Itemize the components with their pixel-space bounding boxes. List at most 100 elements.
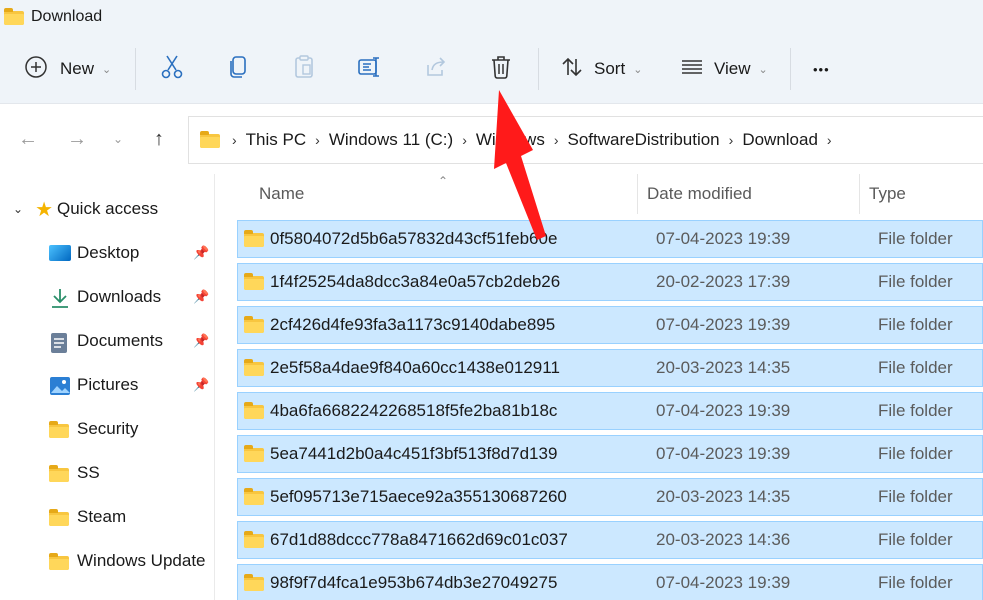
download-arrow-icon: [49, 288, 71, 308]
table-row[interactable]: 98f9f7d4fca1e953b674db3e27049275 07-04-2…: [237, 564, 983, 600]
delete-button[interactable]: [489, 34, 513, 104]
folder-icon: [49, 508, 71, 526]
sidebar-item-ss[interactable]: SS: [0, 453, 215, 493]
chevron-down-icon: ⌄: [112, 132, 124, 146]
file-date: 07-04-2023 19:39: [656, 444, 791, 463]
pin-icon: 📌: [193, 245, 210, 260]
folder-icon: [244, 445, 264, 462]
rename-button[interactable]: [357, 34, 383, 104]
folder-icon: [244, 273, 264, 290]
file-name: 5ea7441d2b0a4c451f3bf513f8d7d139: [270, 444, 558, 463]
sort-arrows-icon: [560, 55, 584, 84]
file-type: File folder: [878, 358, 953, 377]
breadcrumb-softwaredistribution[interactable]: SoftwareDistribution: [568, 130, 720, 150]
window-title: Download: [31, 8, 103, 25]
file-type: File folder: [878, 530, 953, 549]
folder-icon: [244, 488, 264, 505]
sidebar-item-label: Pictures: [77, 375, 139, 394]
new-button[interactable]: New ⌄: [24, 34, 111, 104]
chevron-down-icon: ⌄: [758, 63, 768, 76]
share-icon: [424, 55, 448, 84]
column-header-type[interactable]: Type: [869, 174, 906, 214]
breadcrumb-windows[interactable]: Windows: [476, 130, 545, 150]
breadcrumb-download[interactable]: Download: [742, 130, 818, 150]
file-list: ⌃ Name Date modified Type 0f5804072d5b6a…: [216, 174, 983, 600]
chevron-down-icon: ⌄: [13, 202, 24, 216]
address-bar[interactable]: › This PC › Windows 11 (C:) › Windows › …: [188, 116, 983, 164]
column-divider: [859, 174, 860, 214]
pin-icon: 📌: [193, 333, 210, 348]
share-button[interactable]: [424, 34, 448, 104]
file-date: 20-03-2023 14:35: [656, 358, 791, 377]
chevron-right-icon: ›: [553, 132, 559, 148]
sidebar-item-quick-access[interactable]: ⌄ ★ Quick access: [0, 189, 215, 229]
sidebar-item-label: Quick access: [57, 199, 159, 218]
table-row[interactable]: 1f4f25254da8dcc3a84e0a57cb2deb26 20-02-2…: [237, 263, 983, 301]
column-divider: [637, 174, 638, 214]
more-icon: •••: [813, 61, 830, 77]
file-name: 2cf426d4fe93fa3a1173c9140dabe895: [270, 315, 556, 334]
sidebar-item-documents[interactable]: Documents 📌: [0, 321, 215, 361]
folder-icon: [49, 464, 71, 482]
file-type: File folder: [878, 272, 953, 291]
table-row[interactable]: 4ba6fa6682242268518f5fe2ba81b18c 07-04-2…: [237, 392, 983, 430]
file-name: 5ef095713e715aece92a355130687260: [270, 487, 567, 506]
sidebar-item-pictures[interactable]: Pictures 📌: [0, 365, 215, 405]
sidebar-item-downloads[interactable]: Downloads 📌: [0, 277, 215, 317]
sidebar-item-windows-update[interactable]: Windows Update: [0, 541, 215, 581]
sidebar-item-steam[interactable]: Steam: [0, 497, 215, 537]
copy-icon: [226, 54, 250, 85]
table-row[interactable]: 2e5f58a4dae9f840a60cc1438e012911 20-03-2…: [237, 349, 983, 387]
file-date: 07-04-2023 19:39: [656, 573, 791, 592]
clipboard-icon: [292, 54, 316, 85]
table-row[interactable]: 5ea7441d2b0a4c451f3bf513f8d7d139 07-04-2…: [237, 435, 983, 473]
up-button[interactable]: ↑: [144, 124, 174, 154]
title-bar: Download: [0, 0, 983, 34]
plus-circle-icon: [24, 55, 48, 84]
sidebar-item-desktop[interactable]: Desktop 📌: [0, 233, 215, 273]
file-name: 98f9f7d4fca1e953b674db3e27049275: [270, 573, 558, 592]
arrow-right-icon: →: [67, 127, 87, 150]
view-button-label: View: [714, 59, 751, 78]
new-button-label: New: [60, 59, 95, 78]
star-icon: ★: [35, 198, 53, 221]
desktop-icon: [49, 244, 71, 262]
trash-icon: [489, 54, 513, 85]
file-name: 2e5f58a4dae9f840a60cc1438e012911: [270, 358, 560, 377]
folder-icon: [49, 552, 71, 570]
sort-button[interactable]: Sort ⌄: [560, 34, 642, 104]
column-header-date-modified[interactable]: Date modified: [647, 174, 752, 214]
view-button[interactable]: View ⌄: [680, 34, 768, 104]
file-explorer-window: Download New ⌄ Sort ⌄ View ⌄ ••• ← → ⌄ ↑…: [0, 0, 983, 600]
chevron-down-icon: ⌄: [102, 63, 112, 76]
file-type: File folder: [878, 315, 953, 334]
table-row[interactable]: 0f5804072d5b6a57832d43cf51feb60e 07-04-2…: [237, 220, 983, 258]
cut-button[interactable]: [160, 34, 184, 104]
arrow-up-icon: ↑: [154, 127, 164, 150]
folder-icon: [244, 230, 264, 247]
breadcrumb-drive[interactable]: Windows 11 (C:): [329, 130, 453, 150]
column-header-name[interactable]: Name: [259, 174, 304, 214]
recent-locations-button[interactable]: ⌄: [103, 124, 133, 154]
sidebar-item-label: Documents: [77, 331, 163, 350]
copy-button[interactable]: [226, 34, 250, 104]
sidebar-item-label: Steam: [77, 507, 127, 526]
sidebar-item-security[interactable]: Security: [0, 409, 215, 449]
pin-icon: 📌: [193, 289, 210, 304]
table-row[interactable]: 5ef095713e715aece92a355130687260 20-03-2…: [237, 478, 983, 516]
table-row[interactable]: 67d1d88dccc778a8471662d69c01c037 20-03-2…: [237, 521, 983, 559]
file-name: 0f5804072d5b6a57832d43cf51feb60e: [270, 229, 558, 248]
table-row[interactable]: 2cf426d4fe93fa3a1173c9140dabe895 07-04-2…: [237, 306, 983, 344]
more-options-button[interactable]: •••: [813, 34, 830, 104]
folder-icon: [244, 574, 264, 591]
breadcrumb-this-pc[interactable]: This PC: [246, 130, 306, 150]
sidebar-item-label: Security: [77, 419, 139, 438]
forward-button[interactable]: →: [62, 124, 92, 154]
chevron-right-icon: ›: [826, 132, 832, 148]
folder-icon: [244, 359, 264, 376]
file-type: File folder: [878, 401, 953, 420]
chevron-right-icon: ›: [728, 132, 734, 148]
file-date: 07-04-2023 19:39: [656, 229, 791, 248]
back-button[interactable]: ←: [13, 124, 43, 154]
paste-button[interactable]: [292, 34, 316, 104]
